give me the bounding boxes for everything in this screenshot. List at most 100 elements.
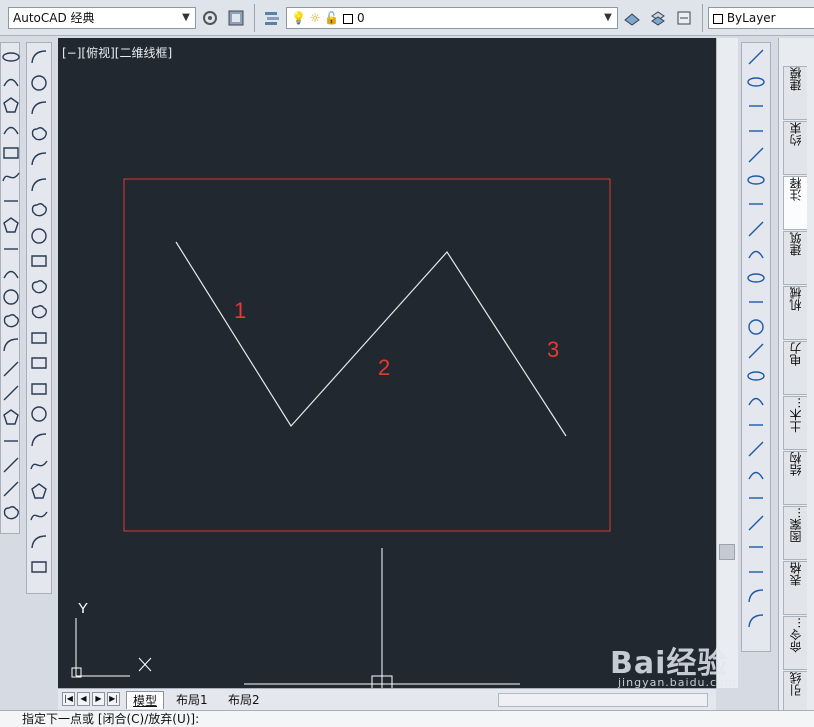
palette-tab-9[interactable]: 图案... bbox=[783, 506, 807, 560]
palette-tab-4[interactable]: 建筑 bbox=[783, 231, 807, 285]
chamfer-icon[interactable] bbox=[746, 390, 766, 410]
fillet-icon[interactable] bbox=[746, 415, 766, 435]
tab-layout2[interactable]: 布局2 bbox=[222, 691, 266, 709]
offset-icon[interactable] bbox=[746, 121, 766, 141]
hatch-back-icon[interactable] bbox=[746, 611, 766, 631]
array-icon[interactable] bbox=[746, 145, 766, 165]
palette-tab-5[interactable]: 机械 bbox=[783, 286, 807, 340]
make-current-layer-icon[interactable] bbox=[622, 8, 642, 28]
arc-length-icon[interactable] bbox=[29, 98, 49, 118]
prev-tab-button[interactable]: ◀ bbox=[77, 692, 90, 706]
vertical-scrollbar[interactable] bbox=[716, 38, 738, 688]
draw-order-back-icon[interactable] bbox=[746, 513, 766, 533]
layer-previous-icon[interactable] bbox=[648, 8, 668, 28]
palette-tab-7[interactable]: 土木... bbox=[783, 396, 807, 450]
baseline-dim-icon[interactable] bbox=[29, 277, 49, 297]
region-icon[interactable] bbox=[1, 431, 21, 451]
jogged-dim-icon[interactable] bbox=[29, 175, 49, 195]
jogged-linear-icon[interactable] bbox=[29, 455, 49, 475]
color-dropdown[interactable]: ByLayer bbox=[708, 7, 814, 29]
circle-icon[interactable] bbox=[1, 191, 21, 211]
spline-icon[interactable] bbox=[1, 239, 21, 259]
palette-tab-1[interactable]: 建模 bbox=[783, 66, 807, 120]
rectangle-icon[interactable] bbox=[1, 143, 21, 163]
drawing-canvas[interactable]: [−][俯视][二维线框] 1 2 3 Y bbox=[58, 38, 716, 688]
linear-dim-icon[interactable] bbox=[29, 47, 49, 67]
layer-dropdown[interactable]: 💡 ☼ 🔓 0 ▼ bbox=[286, 7, 618, 29]
point-icon[interactable] bbox=[1, 359, 21, 379]
horizontal-scrollbar[interactable] bbox=[498, 693, 708, 707]
aligned-dim-icon[interactable] bbox=[29, 73, 49, 93]
scroll-thumb[interactable] bbox=[719, 544, 735, 560]
polyline-icon[interactable] bbox=[1, 95, 21, 115]
layer-properties-icon[interactable] bbox=[262, 8, 282, 28]
dim-update-icon[interactable] bbox=[29, 532, 49, 552]
text-front-icon-glyph bbox=[748, 589, 764, 603]
rotate-icon[interactable] bbox=[746, 194, 766, 214]
palette-tab-11[interactable]: 命令... bbox=[783, 616, 807, 670]
revcloud-icon[interactable] bbox=[1, 215, 21, 235]
center-mark-icon[interactable] bbox=[29, 404, 49, 424]
draw-order-above-icon[interactable] bbox=[746, 537, 766, 557]
palette-tab-8[interactable]: 结构 bbox=[783, 451, 807, 505]
mtext-icon[interactable] bbox=[1, 479, 21, 499]
move-icon[interactable] bbox=[746, 170, 766, 190]
table-icon[interactable] bbox=[1, 455, 21, 475]
add-selected-icon[interactable] bbox=[1, 503, 21, 523]
palette-tab-2[interactable]: 约束 bbox=[783, 121, 807, 175]
dim-text-edit-icon[interactable] bbox=[29, 506, 49, 526]
stretch-icon[interactable] bbox=[746, 243, 766, 263]
blend-icon[interactable] bbox=[746, 439, 766, 459]
radius-dim-icon[interactable] bbox=[29, 149, 49, 169]
erase-icon[interactable] bbox=[746, 47, 766, 67]
layer-state-icon[interactable] bbox=[674, 8, 694, 28]
first-tab-button[interactable]: |◀ bbox=[62, 692, 75, 706]
ordinate-dim-icon[interactable] bbox=[29, 124, 49, 144]
tolerance-icon[interactable] bbox=[29, 379, 49, 399]
dim-edit-icon[interactable] bbox=[29, 481, 49, 501]
inspection-icon[interactable] bbox=[29, 430, 49, 450]
insert-block-icon[interactable] bbox=[1, 311, 21, 331]
palette-tab-6[interactable]: 电力 bbox=[783, 341, 807, 395]
construction-line-icon[interactable] bbox=[1, 71, 21, 91]
draw-order-front-icon[interactable] bbox=[746, 488, 766, 508]
polygon-icon[interactable] bbox=[1, 119, 21, 139]
gradient-icon[interactable] bbox=[1, 407, 21, 427]
explode-icon[interactable] bbox=[746, 464, 766, 484]
palette-tab-10[interactable]: 表格 bbox=[783, 561, 807, 615]
palette-tab-3[interactable]: 注释 bbox=[783, 176, 807, 230]
color-swatch bbox=[713, 13, 723, 24]
extend-icon[interactable] bbox=[746, 292, 766, 312]
dim-space-icon[interactable] bbox=[29, 328, 49, 348]
workspace-settings-icon[interactable] bbox=[200, 8, 220, 28]
command-line[interactable]: 指定下一点或 [闭合(C)/放弃(U)]: bbox=[0, 710, 814, 727]
line-icon[interactable] bbox=[1, 47, 21, 67]
make-block-icon[interactable] bbox=[1, 335, 21, 355]
break-point-icon[interactable] bbox=[746, 317, 766, 337]
text-front-icon[interactable] bbox=[746, 586, 766, 606]
next-tab-button[interactable]: ▶ bbox=[92, 692, 105, 706]
draw-order-under-icon[interactable] bbox=[746, 562, 766, 582]
dim-style-icon[interactable] bbox=[29, 557, 49, 577]
customize-icon[interactable] bbox=[226, 8, 246, 28]
last-tab-button[interactable]: ▶| bbox=[107, 692, 120, 706]
diameter-dim-icon[interactable] bbox=[29, 200, 49, 220]
tab-model[interactable]: 模型 bbox=[126, 691, 165, 709]
trim-icon[interactable] bbox=[746, 268, 766, 288]
copy-icon[interactable] bbox=[746, 72, 766, 92]
offset-icon-glyph bbox=[749, 129, 763, 132]
arc-icon[interactable] bbox=[1, 167, 21, 187]
continue-dim-icon[interactable] bbox=[29, 302, 49, 322]
quick-dim-icon[interactable] bbox=[29, 251, 49, 271]
dim-break-icon[interactable] bbox=[29, 353, 49, 373]
break-icon[interactable] bbox=[746, 341, 766, 361]
scale-icon[interactable] bbox=[746, 219, 766, 239]
tab-layout1[interactable]: 布局1 bbox=[170, 691, 214, 709]
ellipse-icon[interactable] bbox=[1, 263, 21, 283]
hatch-icon[interactable] bbox=[1, 383, 21, 403]
join-icon[interactable] bbox=[746, 366, 766, 386]
workspace-dropdown[interactable]: AutoCAD 经典 ▼ bbox=[8, 7, 196, 29]
ellipse-arc-icon[interactable] bbox=[1, 287, 21, 307]
angular-dim-icon[interactable] bbox=[29, 226, 49, 246]
mirror-icon[interactable] bbox=[746, 96, 766, 116]
